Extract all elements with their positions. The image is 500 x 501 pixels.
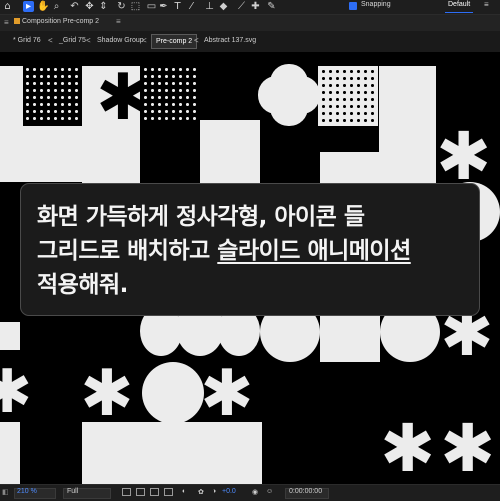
breadcrumb-arrow-icon: < [48,36,53,45]
clone-stamp-tool-icon[interactable]: ⊥ [204,1,215,12]
snapping-checkbox[interactable] [349,2,357,10]
pin-tool-icon[interactable]: ✎ [266,1,277,12]
grid-circle [142,362,204,424]
puppet-pin-tool-icon[interactable]: ✚ [250,1,261,12]
roto-brush-tool-icon[interactable]: ⟋ [236,1,247,12]
prompt-line-1: 화면 가득하게 정사각형, 아이콘 들 [37,204,365,230]
prompt-line-3: 적용해줘. [37,272,128,298]
rectangle-tool-icon[interactable]: ▭ [146,1,157,12]
transparency-grid-icon[interactable] [136,488,145,496]
dot-pattern-tile [320,68,376,124]
magnification-value: 210 % [17,488,37,495]
breadcrumb-item-shadow-group[interactable]: Shadow Group [97,37,144,44]
rotate-tool-icon[interactable]: ↻ [116,1,127,12]
grid-rectangle [0,422,20,484]
lock-icon[interactable] [14,18,20,24]
timecode-value: 0:00:00:00 [289,488,323,495]
tools-toolbar: ⌂ ▸ ✋ ⌕ ↶ ✥ ⇕ ↻ ⬚ ▭ ✒ T ⁄ ⊥ ◆ ⟋ ✚ ✎ Snap… [0,0,500,15]
pen-tool-icon[interactable]: ✒ [158,1,169,12]
grid-rectangle [320,152,380,186]
asterisk-icon: ✱ [380,410,436,484]
region-of-interest-icon[interactable] [122,488,131,496]
grid-square [0,66,23,126]
prompt-line-2-underlined: 슬라이드 애니메이션 [217,238,411,264]
breadcrumb-arrow-icon: < [142,36,147,45]
breadcrumb-arrow-icon: < [194,36,199,45]
always-preview-icon[interactable]: ◧ [2,488,9,496]
resolution-value: Full [67,488,79,495]
home-icon[interactable]: ⌂ [2,1,13,12]
asterisk-icon: ✱ [440,410,496,484]
breadcrumb-item-pre-comp-2[interactable]: Pre-comp 2 [151,34,198,49]
asterisk-icon: ✱ [0,357,33,427]
hand-tool-icon[interactable]: ✋ [37,1,49,12]
workspace-menu-icon[interactable]: ≡ [484,0,489,9]
pan-tool-icon[interactable]: ⇕ [98,1,109,12]
snapshot-icon[interactable]: ◉ [252,488,258,496]
guides-icon[interactable] [164,488,173,496]
move-tool-icon[interactable]: ✥ [84,1,95,12]
breadcrumb-item-grid-76[interactable]: * Grid 76 [13,37,41,44]
prompt-line-2-text: 그리드로 배치하고 [37,238,218,264]
pan-behind-tool-icon[interactable]: ⬚ [130,1,141,12]
workspace-default-tab[interactable]: Default [448,1,470,8]
prompt-message-bubble: 화면 가득하게 정사각형, 아이콘 들 그리드로 배치하고 슬라이드 애니메이션… [20,183,480,316]
panel-options-icon[interactable]: ≡ [116,17,121,26]
color-management-icon[interactable]: ✿ [198,488,204,496]
breadcrumb-item-abstract-137[interactable]: Abstract 137.svg [204,37,256,44]
mask-visibility-icon[interactable] [150,488,159,496]
show-snapshot-icon[interactable]: ☺ [266,488,273,495]
type-tool-icon[interactable]: T [172,1,183,12]
breadcrumb-item-grid-75[interactable]: _Grid 75 [59,37,86,44]
exposure-icon[interactable]: ◑ [212,488,216,495]
asterisk-icon: ✱ [200,357,254,431]
composition-panel-header: ≡ Composition Pre-comp 2 ≡ [0,15,500,31]
channel-icon[interactable]: ◐ [182,488,186,495]
grid-rectangle [82,422,262,484]
dot-pattern-tile [142,66,199,124]
workspace-active-indicator [445,12,473,13]
snapping-label: Snapping [361,1,391,8]
orbit-tool-icon[interactable]: ↶ [69,1,80,12]
panel-menu-icon[interactable]: ≡ [4,18,9,27]
grid-rectangle [379,66,436,186]
eraser-tool-icon[interactable]: ◆ [218,1,229,12]
asterisk-icon: ✱ [80,357,134,431]
dot-pattern-tile [24,66,82,124]
viewer-bottom-bar: ◧ 210 % Full ◐ ✿ ◑ +0.0 ◉ ☺ 0:00:00:00 [0,484,500,501]
brush-tool-icon[interactable]: ⁄ [186,1,197,12]
breadcrumb-arrow-icon: < [86,36,91,45]
prompt-line-2: 그리드로 배치하고 슬라이드 애니메이션 [37,234,463,268]
selection-tool-icon[interactable]: ▸ [23,1,34,12]
asterisk-icon: ✱ [436,118,492,195]
grid-square [200,120,260,186]
flower-shape-icon [258,64,320,126]
zoom-tool-icon[interactable]: ⌕ [51,1,62,12]
exposure-value[interactable]: +0.0 [222,488,236,495]
composition-breadcrumb: * Grid 76 < _Grid 75 < Shadow Group < Pr… [0,31,500,53]
composition-tab-title[interactable]: Composition Pre-comp 2 [22,18,99,25]
grid-square [320,362,380,422]
grid-square [0,322,20,350]
